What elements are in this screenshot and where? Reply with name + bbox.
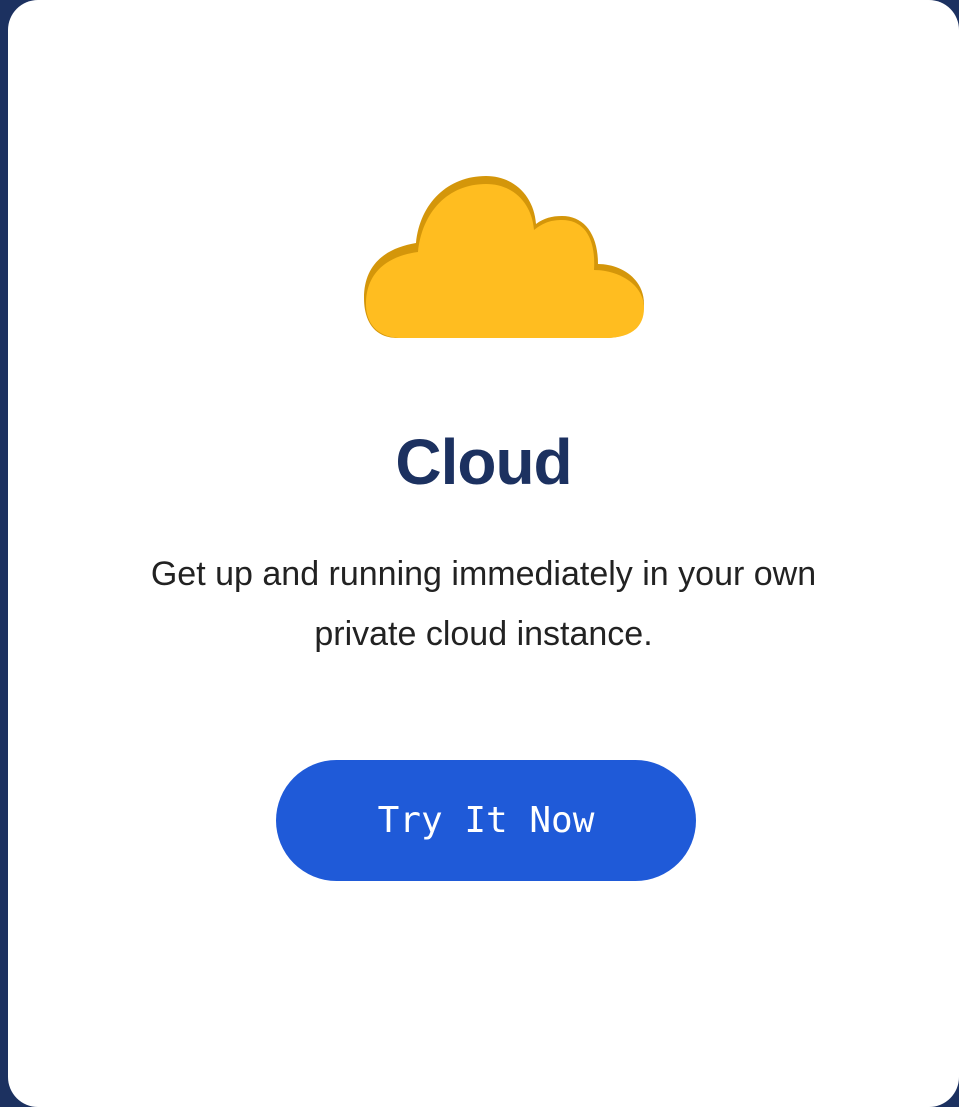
- card-title: Cloud: [395, 426, 572, 498]
- try-it-now-button[interactable]: Try It Now: [276, 760, 696, 881]
- card-description: Get up and running immediately in your o…: [150, 555, 817, 653]
- cloud-card: Cloud Get up and running immediately in …: [8, 0, 959, 1107]
- cloud-icon: [348, 168, 648, 348]
